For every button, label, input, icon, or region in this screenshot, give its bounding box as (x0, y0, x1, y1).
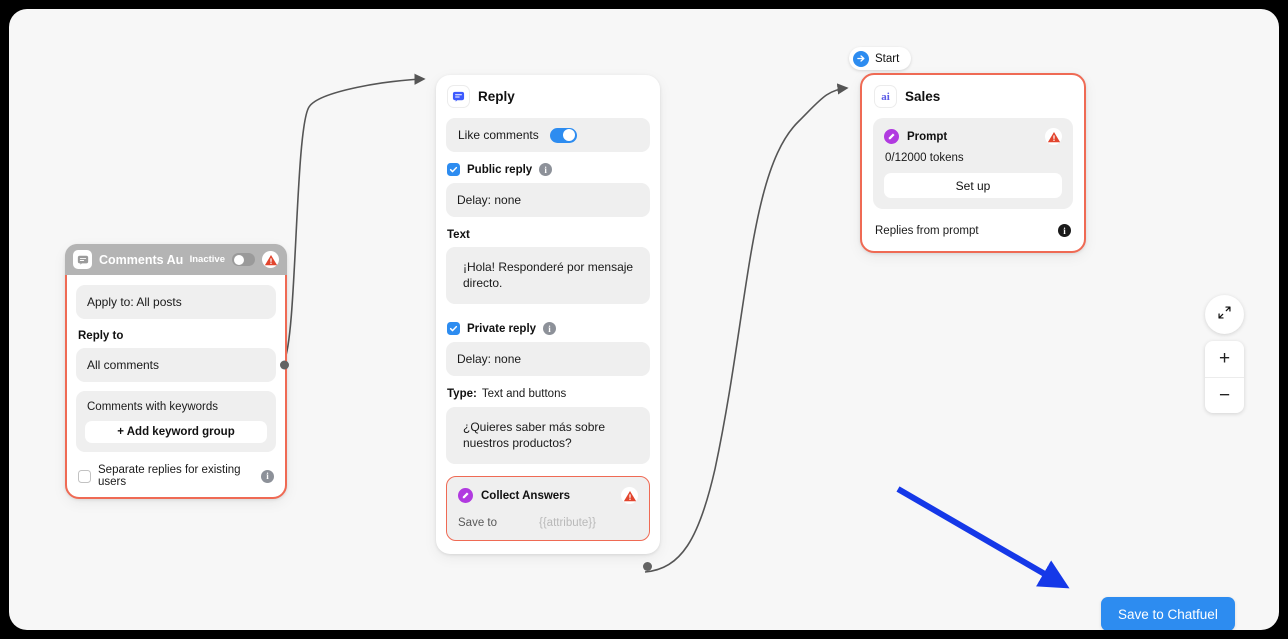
text-label: Text (447, 229, 470, 241)
apply-to-field[interactable]: Apply to: All posts (76, 285, 276, 319)
warning-icon (262, 251, 279, 268)
reply-to-value: All comments (87, 358, 160, 372)
info-icon[interactable]: i (539, 163, 553, 176)
reply-to-label: Reply to (78, 330, 124, 342)
keywords-group: Comments with keywords + Add keyword gro… (76, 391, 276, 452)
reply-to-field[interactable]: All comments (76, 348, 289, 382)
replies-from-prompt-row: Replies from prompt i (875, 224, 1071, 237)
output-port[interactable] (643, 562, 652, 572)
info-icon[interactable]: i (543, 322, 557, 336)
node-comments-automation[interactable]: Comments Auto... Inactive Apply to: All … (65, 244, 289, 499)
info-icon[interactable]: i (261, 469, 274, 483)
separate-replies-label: Separate replies for existing users (98, 464, 241, 488)
output-port[interactable] (280, 360, 289, 370)
save-to-value: {{attribute}} (539, 517, 596, 530)
node-header: Reply (446, 86, 650, 107)
info-icon[interactable]: i (1058, 224, 1071, 237)
flow-canvas[interactable]: Start Comments Auto... Inactive Apply to… (9, 9, 1279, 630)
edit-pen-icon (884, 129, 899, 144)
public-message-box[interactable]: ¡Hola! Responderé por mensaje directo. (446, 247, 650, 305)
collect-answers-block[interactable]: Collect Answers Save to {{attribute}} (446, 476, 650, 542)
node-title: Comments Auto... (99, 252, 183, 267)
private-reply-row[interactable]: Private reply i (447, 322, 650, 336)
fit-to-screen-icon (1217, 305, 1232, 325)
node-title: Sales (905, 89, 941, 104)
zoom-controls[interactable]: + − (1205, 341, 1244, 413)
save-to-label: Save to (458, 517, 497, 530)
public-reply-label: Public reply (467, 163, 533, 176)
zoom-in-button[interactable]: + (1205, 341, 1244, 377)
save-to-chatfuel-button[interactable]: Save to Chatfuel (1101, 597, 1235, 630)
zoom-out-button[interactable]: − (1205, 377, 1244, 413)
prompt-block[interactable]: Prompt 0/12000 tokens Set up (873, 118, 1073, 209)
collect-answers-title: Collect Answers (481, 489, 571, 502)
ai-icon: ai (875, 86, 896, 107)
save-to-row[interactable]: Save to {{attribute}} (458, 517, 638, 529)
node-body: Reply Like comments Public reply i Delay… (436, 75, 660, 572)
prompt-title: Prompt (907, 130, 948, 143)
warning-icon (1045, 128, 1062, 145)
fit-to-screen-button[interactable] (1205, 295, 1244, 334)
like-comments-label: Like comments (458, 128, 539, 142)
add-keyword-group-button[interactable]: + Add keyword group (85, 421, 267, 443)
node-sales[interactable]: ai Sales Prompt 0/12000 tokens Set up Re… (860, 73, 1086, 253)
public-delay-field[interactable]: Delay: none (446, 183, 650, 217)
node-header: Comments Auto... Inactive (65, 244, 287, 275)
start-badge[interactable]: Start (849, 47, 912, 70)
collect-answers-header: Collect Answers (458, 487, 638, 505)
comment-bubble-icon (73, 250, 92, 269)
private-message-box[interactable]: ¿Quieres saber más sobre nuestros produc… (446, 407, 650, 465)
private-delay-field[interactable]: Delay: none (446, 342, 650, 377)
node-body: ai Sales Prompt 0/12000 tokens Set up Re… (862, 75, 1084, 251)
token-counter: 0/12000 tokens (885, 152, 964, 164)
replies-from-prompt-label: Replies from prompt (875, 224, 979, 237)
private-reply-label: Private reply (467, 322, 537, 335)
type-row[interactable]: Type: Text and buttons (447, 388, 650, 400)
start-label: Start (875, 52, 900, 65)
separate-replies-row[interactable]: Separate replies for existing users i (76, 464, 276, 488)
set-up-button[interactable]: Set up (884, 173, 1062, 198)
private-reply-checkbox[interactable] (447, 322, 460, 336)
type-value: Text and buttons (481, 388, 567, 401)
comment-bubble-icon (448, 86, 469, 107)
node-header: ai Sales (873, 86, 1073, 107)
node-reply[interactable]: Reply Like comments Public reply i Delay… (436, 75, 660, 572)
arrow-right-circle-icon (853, 50, 869, 67)
warning-icon (621, 487, 638, 505)
public-reply-checkbox[interactable] (447, 163, 460, 176)
like-comments-toggle[interactable] (549, 127, 577, 143)
node-title: Reply (478, 89, 515, 104)
keywords-label: Comments with keywords (87, 401, 219, 413)
like-comments-field[interactable]: Like comments (446, 118, 650, 152)
edge-reply-to-sales (644, 83, 849, 573)
annotation-arrow-line (896, 486, 1070, 589)
node-active-toggle[interactable] (232, 253, 255, 266)
node-state-label: Inactive (189, 254, 225, 265)
edit-pen-icon (458, 488, 473, 504)
node-body: Apply to: All posts Reply to All comment… (67, 275, 289, 497)
type-key: Type: (447, 388, 477, 401)
separate-replies-checkbox[interactable] (78, 469, 91, 483)
public-reply-row[interactable]: Public reply i (447, 163, 650, 176)
prompt-header: Prompt (884, 128, 1062, 145)
app-frame: Start Comments Auto... Inactive Apply to… (0, 0, 1288, 639)
